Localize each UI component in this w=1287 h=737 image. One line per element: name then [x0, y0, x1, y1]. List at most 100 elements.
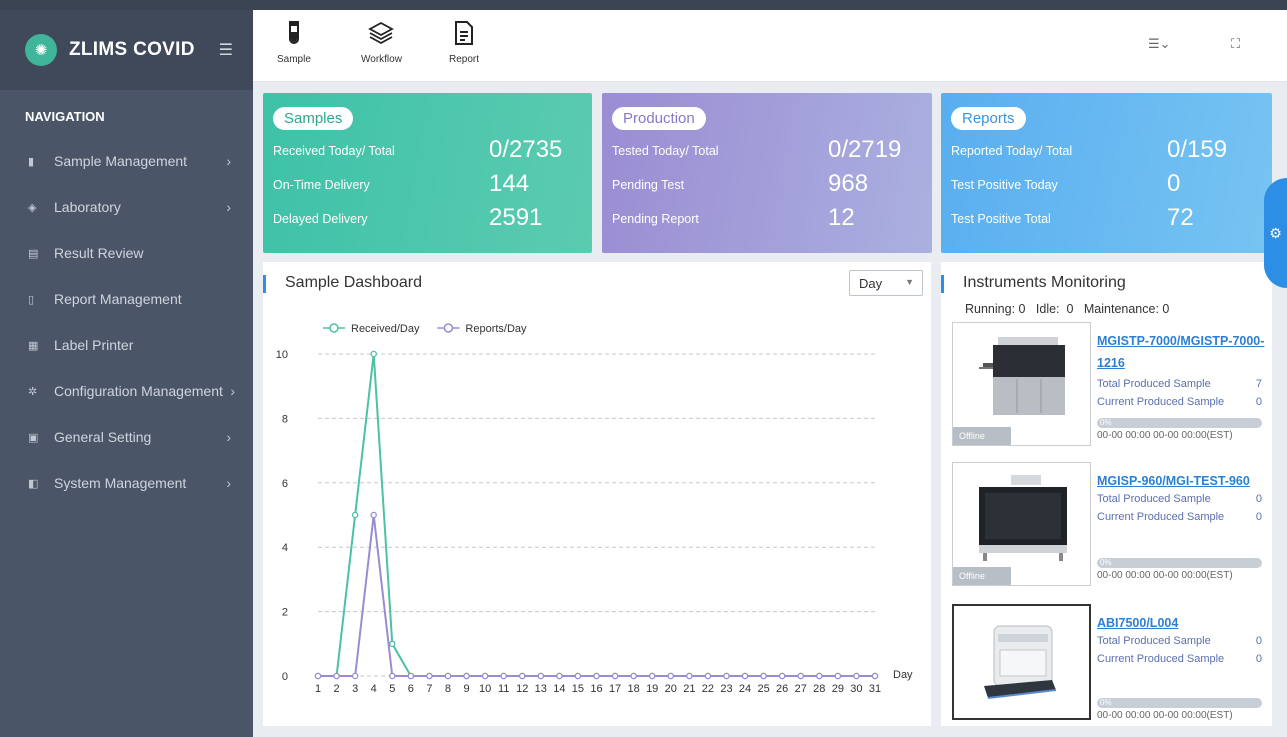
- instruments-title: Instruments Monitoring: [963, 274, 1126, 291]
- x-tick-label: 23: [720, 683, 732, 695]
- legend-label: Reports/Day: [465, 323, 527, 335]
- card-row-value: 144: [489, 170, 530, 197]
- nav-item-configuration-management[interactable]: ✲ Configuration Management ›: [0, 368, 253, 414]
- x-tick-label: 30: [850, 683, 862, 695]
- sidebar-toggle-icon[interactable]: ☰: [219, 40, 233, 60]
- card-row-label: Received Today/ Total: [273, 144, 395, 158]
- x-tick-label: 25: [757, 683, 769, 695]
- nav-item-label: Laboratory: [54, 199, 121, 215]
- maintenance-count: 0: [1162, 302, 1170, 316]
- total-produced-row: Total Produced Sample 0: [1097, 493, 1262, 505]
- x-tick-label: 13: [535, 683, 547, 695]
- card-title: Samples: [273, 107, 354, 130]
- y-tick-label: 2: [282, 607, 288, 619]
- reports-card: Reports Reported Today/ Total 0/159 Test …: [941, 93, 1272, 253]
- test-tube-icon: ▮: [28, 155, 35, 168]
- nav-item-system-management[interactable]: ◧ System Management ›: [0, 460, 253, 506]
- data-point: [816, 672, 823, 680]
- instrument-card[interactable]: Offline MGISP-960/MGI-TEST-960 Total Pro…: [952, 462, 1272, 592]
- progress-text: 0%: [1100, 698, 1112, 707]
- y-tick-label: 0: [282, 671, 288, 683]
- settings-icon: ▣: [28, 431, 39, 444]
- card-row-label: Delayed Delivery: [273, 212, 368, 226]
- list-menu-icon[interactable]: ☰⌄: [1148, 36, 1171, 52]
- instrument-name-link[interactable]: MGISP-960/MGI-TEST-960: [1097, 470, 1267, 492]
- card-row-value: 968: [828, 170, 869, 197]
- nav-item-result-review[interactable]: ▤ Result Review: [0, 230, 253, 276]
- data-point: [481, 672, 489, 680]
- card-row-label: Test Positive Today: [951, 178, 1058, 192]
- card-row-value: 12: [828, 204, 855, 231]
- chevron-right-icon: ›: [226, 475, 231, 491]
- nav-item-label: Report Management: [54, 291, 182, 307]
- progress-bar: [1097, 418, 1262, 428]
- y-tick-label: 8: [282, 413, 288, 425]
- nav-item-laboratory[interactable]: ◈ Laboratory ›: [0, 184, 253, 230]
- instrument-image: Offline: [952, 322, 1091, 446]
- sample-dashboard-panel: Sample Dashboard Day ▼ 0 2 4 6 8 10 1 2 3 4 5 6 7 8 9 10…: [263, 262, 931, 726]
- data-point: [351, 672, 359, 680]
- settings-gear-icon[interactable]: ⚙: [1264, 178, 1287, 288]
- stat-label: Current Produced Sample: [1097, 396, 1225, 408]
- data-point: [518, 672, 526, 680]
- nav-item-general-setting[interactable]: ▣ General Setting ›: [0, 414, 253, 460]
- report-toolbar-button[interactable]: Report: [449, 18, 479, 65]
- chevron-right-icon: ›: [226, 199, 231, 215]
- sample-dashboard-chart: 02468101 2 3 4 5 6 7 8 9 10 11 12 13 14 15 16 17 18 19 20 21…: [276, 323, 913, 695]
- period-select[interactable]: Day ▼: [849, 270, 923, 296]
- y-tick-label: 4: [282, 542, 288, 554]
- x-tick-label: 18: [628, 683, 640, 695]
- card-row-value: 0/2719: [828, 136, 902, 163]
- x-tick-label: 7: [426, 683, 432, 695]
- nav-item-report-management[interactable]: ▯ Report Management: [0, 276, 253, 322]
- y-tick-label: 10: [276, 349, 288, 361]
- data-point: [686, 672, 693, 680]
- data-point: [667, 672, 675, 680]
- progress-text: 0%: [1100, 418, 1112, 427]
- x-tick-label: 9: [463, 683, 469, 695]
- x-tick-label: 10: [479, 683, 491, 695]
- x-tick-label: 5: [389, 683, 395, 695]
- x-tick-label: 20: [665, 683, 677, 695]
- sample-toolbar-button[interactable]: Sample: [277, 18, 311, 65]
- x-tick-label: 16: [590, 683, 602, 695]
- running-count: 0: [1018, 302, 1026, 316]
- nav-item-label-printer[interactable]: ▦ Label Printer: [0, 322, 253, 368]
- card-title: Reports: [951, 107, 1026, 130]
- data-point: [871, 672, 879, 680]
- config-icon: ✲: [28, 385, 38, 398]
- toolbar-label: Sample: [277, 54, 311, 65]
- instrument-name-link[interactable]: ABI7500/L004: [1097, 612, 1267, 634]
- instrument-card[interactable]: ABI7500/L004 Total Produced Sample 0 Curr…: [952, 604, 1272, 734]
- instrument-card[interactable]: Offline MGISTP-7000/MGISTP-7000-1216 Tot…: [952, 322, 1272, 452]
- x-tick-label: 17: [609, 683, 621, 695]
- x-tick-label: 8: [445, 683, 451, 695]
- nav-title: NAVIGATION: [25, 109, 105, 124]
- idle-count: 0: [1066, 302, 1074, 316]
- progress-text: 0%: [1100, 558, 1112, 567]
- fullscreen-icon[interactable]: ⛶: [1231, 36, 1240, 52]
- review-icon: ▤: [28, 247, 39, 260]
- title-accent: [263, 275, 266, 293]
- instrument-time: 00-00 00:00 00-00 00:00(EST): [1097, 430, 1233, 441]
- stat-label: Total Produced Sample: [1097, 493, 1211, 505]
- card-row: Pending Report 12: [612, 204, 922, 238]
- progress-bar: [1097, 698, 1262, 708]
- data-point: [444, 672, 452, 680]
- nav-item-sample-management[interactable]: ▮ Sample Management ›: [0, 138, 253, 184]
- x-tick-label: 28: [813, 683, 825, 695]
- card-row: Received Today/ Total 0/2735: [273, 136, 582, 170]
- nav-item-label: Label Printer: [54, 337, 134, 353]
- data-point: [704, 672, 712, 680]
- data-point: [834, 672, 842, 680]
- nav-item-label: Configuration Management: [54, 383, 223, 399]
- data-point: [407, 672, 415, 680]
- instrument-time: 00-00 00:00 00-00 00:00(EST): [1097, 570, 1233, 581]
- workflow-toolbar-button[interactable]: Workflow: [361, 18, 402, 65]
- legend-marker: [329, 323, 339, 333]
- stat-label: Total Produced Sample: [1097, 378, 1211, 390]
- nav-item-label: Result Review: [54, 245, 144, 261]
- instrument-name-link[interactable]: MGISTP-7000/MGISTP-7000-1216: [1097, 330, 1267, 374]
- stat-value: 0: [1255, 653, 1262, 665]
- card-row: Delayed Delivery 2591: [273, 204, 582, 238]
